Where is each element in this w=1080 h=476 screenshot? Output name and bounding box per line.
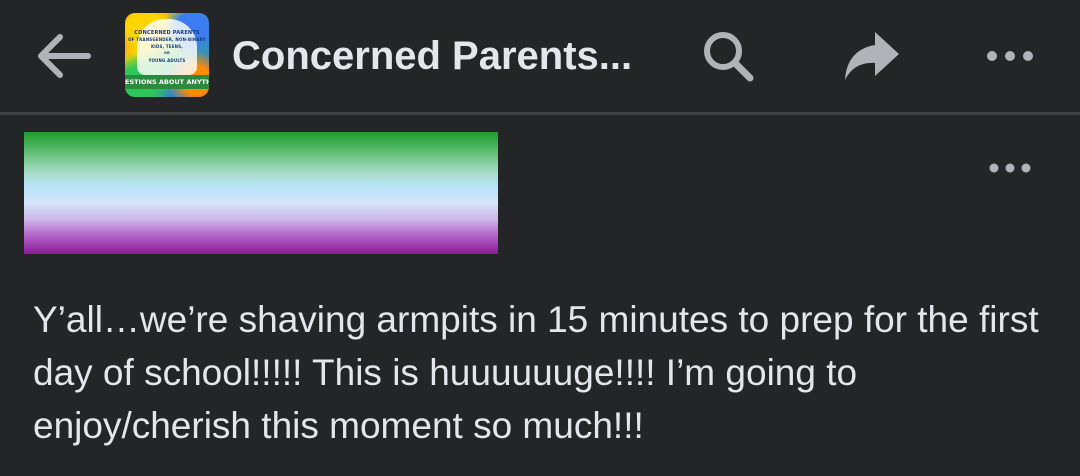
back-arrow-icon [38, 34, 91, 78]
group-title[interactable]: Concerned Parents... [232, 28, 662, 84]
more-icon [987, 51, 1033, 61]
avatar-text-line: KIDS, TEENS, [150, 44, 184, 49]
share-icon [845, 32, 899, 80]
avatar-text-line: YOUNG ADULTS [148, 58, 186, 63]
avatar-text-line: OF TRANSGENDER, NON-BINARY [128, 37, 206, 42]
avatar-text-line: CONCERNED PARENTS [134, 30, 200, 36]
more-options-button[interactable] [976, 22, 1044, 90]
share-button[interactable] [838, 22, 906, 90]
avatar-banner: ESTIONS ABOUT ANYTHING A [125, 75, 209, 89]
more-icon [989, 163, 1031, 173]
flag-banner [24, 132, 498, 254]
back-button[interactable] [26, 24, 98, 88]
avatar-text-line: OR [163, 51, 171, 55]
top-app-bar: CONCERNED PARENTS OF TRANSGENDER, NON-BI… [0, 0, 1080, 112]
search-icon [704, 32, 754, 82]
group-post-screen: CONCERNED PARENTS OF TRANSGENDER, NON-BI… [0, 0, 1080, 476]
group-avatar[interactable]: CONCERNED PARENTS OF TRANSGENDER, NON-BI… [125, 13, 209, 97]
post-more-button[interactable] [976, 138, 1044, 198]
search-button[interactable] [694, 22, 762, 90]
post-body-text: Y’all…we’re shaving armpits in 15 minute… [33, 299, 1039, 446]
header-divider [0, 112, 1080, 115]
